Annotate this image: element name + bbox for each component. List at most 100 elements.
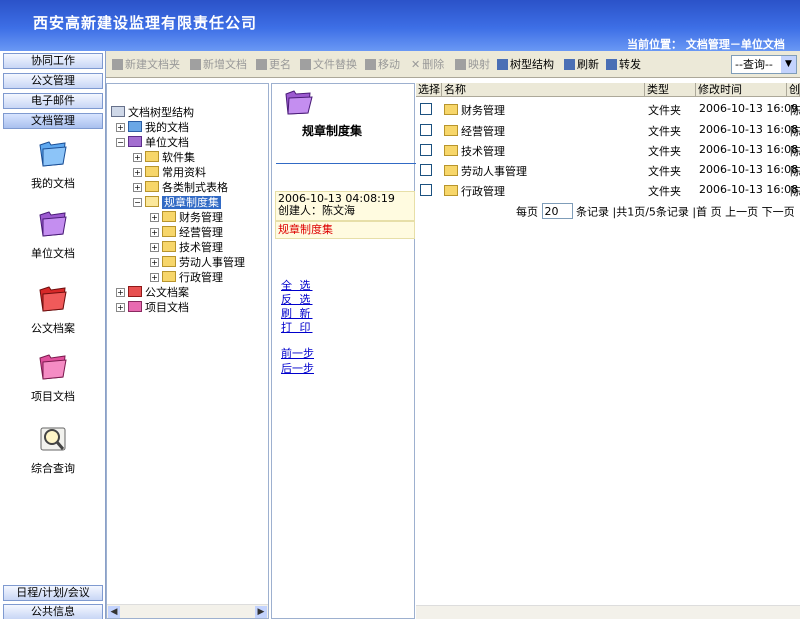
tree-item-finance[interactable]: + 财务管理 (150, 211, 223, 225)
new-doc-label: 新增文档 (203, 58, 247, 71)
tree-item-project[interactable]: + 项目文档 (116, 301, 189, 315)
tree-item-my-docs[interactable]: + 我的文档 (116, 121, 189, 135)
col-type[interactable]: 类型 (645, 83, 696, 97)
tree-icon (497, 59, 508, 70)
map-button[interactable]: 映射 (455, 57, 490, 72)
nav-archive[interactable]: 公文档案 (0, 282, 106, 336)
menu-doc-management[interactable]: 文档管理 (3, 113, 103, 129)
tree-item-software[interactable]: + 软件集 (133, 151, 195, 165)
menu-email[interactable]: 电子邮件 (3, 93, 103, 109)
nav-archive-label: 公文档案 (31, 322, 75, 335)
tree-item-operation[interactable]: + 经营管理 (150, 226, 223, 240)
prev-page-link[interactable]: 上一页 (725, 206, 758, 219)
page-summary: |共1页/5条记录 (612, 205, 689, 219)
expand-icon[interactable]: + (150, 273, 159, 282)
tree-item-hr[interactable]: + 劳动人事管理 (150, 256, 245, 270)
row-name[interactable]: 财务管理 (444, 102, 505, 118)
list-horizontal-scrollbar[interactable] (416, 605, 800, 619)
row-time: 2006-10-13 16:08 (699, 143, 799, 156)
next-step-link[interactable]: 后一步 (281, 360, 314, 376)
file-list: 选择 名称 类型 修改时间 创 财务管理 文件夹 2006-10-13 16:0… (416, 83, 800, 619)
nav-unit-docs[interactable]: 单位文档 (0, 207, 106, 261)
row-checkbox[interactable] (420, 144, 432, 156)
row-name[interactable]: 劳动人事管理 (444, 163, 527, 179)
tree-horizontal-scrollbar[interactable]: ◀ ▶ (107, 604, 268, 618)
tree-item-unit-docs[interactable]: − 单位文档 (116, 136, 189, 150)
refresh-button[interactable]: 刷新 (564, 57, 599, 72)
menu-public-info[interactable]: 公共信息 (3, 604, 103, 619)
expand-icon[interactable]: + (133, 183, 142, 192)
prev-step-link[interactable]: 前一步 (281, 345, 314, 361)
chevron-down-icon[interactable]: ▼ (781, 56, 796, 73)
query-select[interactable]: --查询-- ▼ (731, 55, 797, 74)
col-select[interactable]: 选择 (416, 83, 442, 97)
expand-icon[interactable]: + (116, 288, 125, 297)
table-row[interactable]: 行政管理 文件夹 2006-10-13 16:08 陈 (416, 180, 800, 200)
nav-search[interactable]: 综合查询 (0, 422, 106, 476)
row-type: 文件夹 (648, 185, 681, 198)
per-page-input[interactable] (541, 203, 573, 219)
folder-icon (162, 256, 176, 267)
nav-my-docs[interactable]: 我的文档 (0, 137, 106, 191)
tree-item-common[interactable]: + 常用资料 (133, 166, 206, 180)
tree-archive-label: 公文档案 (145, 286, 189, 299)
replace-icon (300, 59, 311, 70)
tree-item-archive[interactable]: + 公文档案 (116, 286, 189, 300)
tree-structure-button[interactable]: 树型结构 (497, 57, 554, 72)
table-row[interactable]: 劳动人事管理 文件夹 2006-10-13 16:08 陈 (416, 160, 800, 180)
new-folder-button[interactable]: 新建文档夹 (112, 57, 180, 72)
rename-label: 更名 (269, 58, 291, 71)
collapse-icon[interactable]: − (116, 138, 125, 147)
folder-icon (112, 59, 123, 70)
expand-icon[interactable]: + (150, 243, 159, 252)
table-row[interactable]: 技术管理 文件夹 2006-10-13 16:08 陈 (416, 140, 800, 160)
archive-folder-icon (39, 286, 67, 312)
new-doc-button[interactable]: 新增文档 (190, 57, 247, 72)
next-page-link[interactable]: 下一页 (762, 206, 795, 219)
col-creator[interactable]: 创 (787, 83, 800, 97)
collapse-icon[interactable]: − (133, 198, 142, 207)
forward-button[interactable]: 转发 (606, 57, 641, 72)
expand-icon[interactable]: + (150, 258, 159, 267)
scroll-left-icon[interactable]: ◀ (108, 606, 120, 618)
expand-icon[interactable]: + (116, 123, 125, 132)
tree-item-rules[interactable]: − 规章制度集 (133, 196, 221, 210)
tree-item-admin[interactable]: + 行政管理 (150, 271, 223, 285)
scroll-right-icon[interactable]: ▶ (255, 606, 267, 618)
expand-icon[interactable]: + (133, 168, 142, 177)
row-checkbox[interactable] (420, 124, 432, 136)
first-page-link[interactable]: |首 页 (692, 206, 721, 219)
tree-root[interactable]: 文档树型结构 (111, 106, 194, 120)
tree-item-tech[interactable]: + 技术管理 (150, 241, 223, 255)
expand-icon[interactable]: + (116, 303, 125, 312)
print-link[interactable]: 打 印 (281, 319, 313, 335)
menu-schedule[interactable]: 日程/计划/会议 (3, 585, 103, 601)
map-label: 映射 (468, 58, 490, 71)
row-checkbox[interactable] (420, 184, 432, 196)
table-row[interactable]: 财务管理 文件夹 2006-10-13 16:09 陈 (416, 99, 800, 119)
move-button[interactable]: 移动 (365, 57, 400, 72)
row-name[interactable]: 经营管理 (444, 123, 505, 139)
delete-button[interactable]: ✕ 删除 (411, 57, 444, 72)
tree-item-forms[interactable]: + 各类制式表格 (133, 181, 228, 195)
table-row[interactable]: 经营管理 文件夹 2006-10-13 16:08 陈 (416, 120, 800, 140)
expand-icon[interactable]: + (133, 153, 142, 162)
col-modified[interactable]: 修改时间 (696, 83, 787, 97)
folder-icon (162, 241, 176, 252)
doc-tree: 文档树型结构 + 我的文档 − 单位文档 + 软件集 + 常用资料 + 各类制式表格 − 规… (106, 83, 269, 619)
row-checkbox[interactable] (420, 164, 432, 176)
expand-icon[interactable]: + (150, 228, 159, 237)
col-name[interactable]: 名称 (442, 83, 645, 97)
expand-icon[interactable]: + (150, 213, 159, 222)
row-name[interactable]: 技术管理 (444, 143, 505, 159)
menu-official-docs[interactable]: 公文管理 (3, 73, 103, 89)
tree-admin-label: 行政管理 (179, 271, 223, 284)
row-name[interactable]: 行政管理 (444, 183, 505, 199)
nav-project-docs[interactable]: 项目文档 (0, 350, 106, 404)
tree-label: 树型结构 (510, 58, 554, 71)
menu-collab[interactable]: 协同工作 (3, 53, 103, 69)
row-time: 2006-10-13 16:08 (699, 123, 799, 136)
rename-button[interactable]: 更名 (256, 57, 291, 72)
replace-file-button[interactable]: 文件替换 (300, 57, 357, 72)
row-checkbox[interactable] (420, 103, 432, 115)
